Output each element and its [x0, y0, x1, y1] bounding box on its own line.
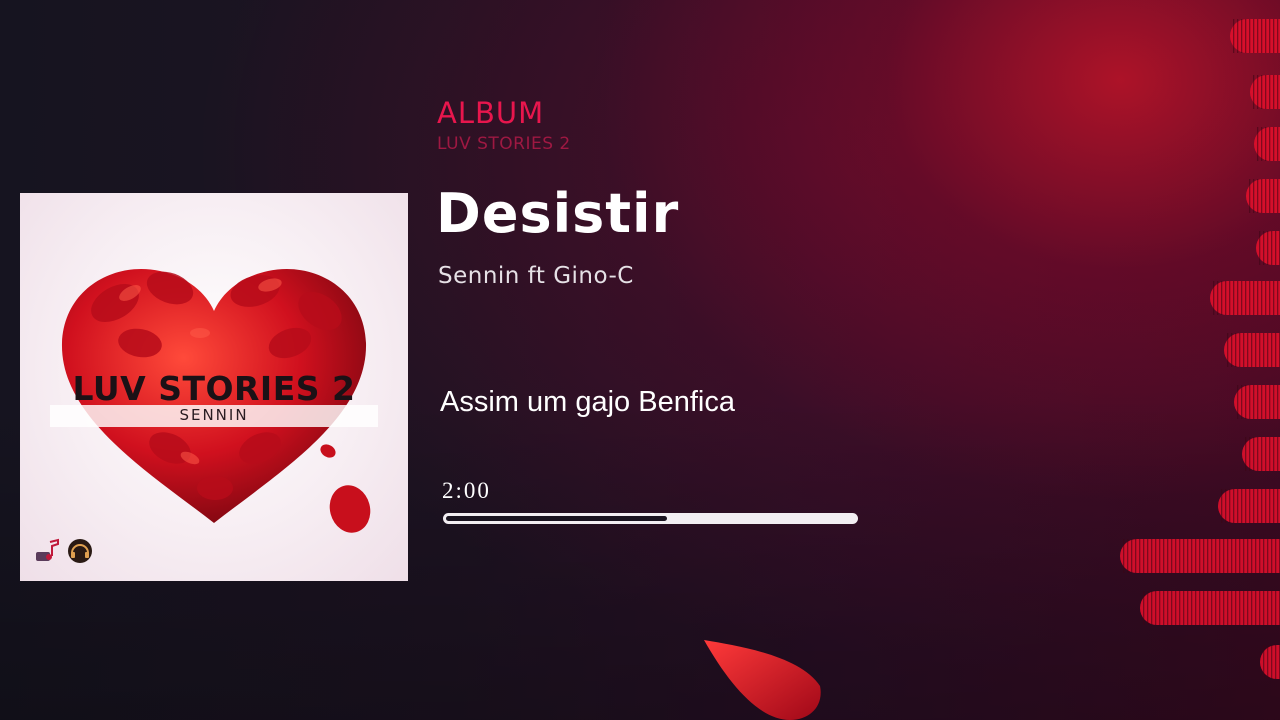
- elapsed-time: 2:00: [442, 478, 491, 503]
- audio-visualizer: [1120, 19, 1280, 679]
- visualizer-bar: [1140, 591, 1280, 625]
- progress-fill: [446, 516, 667, 521]
- rose-petal-decoration: [704, 640, 821, 720]
- album-label: ALBUM: [437, 96, 545, 130]
- headphones-logo-icon: [68, 539, 92, 563]
- visualizer-bar: [1260, 645, 1280, 679]
- visualizer-bar: [1120, 539, 1280, 573]
- visualizer-bar: [1256, 231, 1280, 265]
- visualizer-bar: [1246, 179, 1280, 213]
- song-artist: Sennin ft Gino-C: [438, 263, 634, 289]
- song-title: Desistir: [436, 182, 680, 245]
- visualizer-bar: [1230, 19, 1280, 53]
- player-screen: LUV STORIES 2 SENNIN ALBUM LUV STORIES 2…: [0, 0, 1280, 720]
- album-cover: LUV STORIES 2 SENNIN: [20, 193, 408, 581]
- visualizer-bar: [1218, 489, 1280, 523]
- visualizer-bar: [1254, 127, 1280, 161]
- visualizer-bar: [1242, 437, 1280, 471]
- visualizer-bar: [1224, 333, 1280, 367]
- cover-title: LUV STORIES 2: [72, 369, 356, 408]
- progress-bar[interactable]: [443, 513, 858, 524]
- music-note-logo-icon: [36, 538, 59, 561]
- cover-logos: [34, 537, 94, 565]
- album-name: LUV STORIES 2: [437, 134, 571, 154]
- visualizer-bar: [1210, 281, 1280, 315]
- cover-artist: SENNIN: [179, 406, 249, 424]
- visualizer-bar: [1250, 75, 1280, 109]
- lyric-line: Assim um gajo Benfica: [440, 386, 735, 418]
- visualizer-bar: [1234, 385, 1280, 419]
